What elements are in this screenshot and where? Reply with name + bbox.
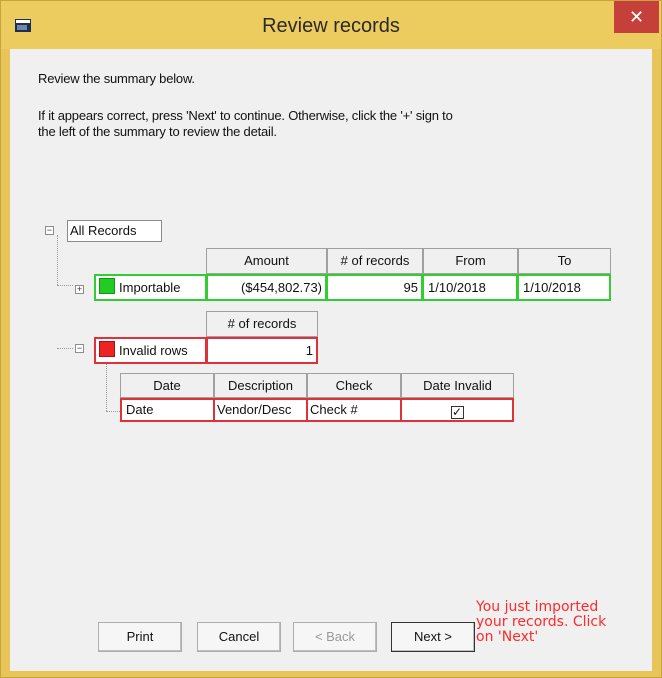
instruction-line-2: If it appears correct, press 'Next' to c… xyxy=(38,108,453,123)
importable-label: Importable xyxy=(119,280,181,295)
print-button[interactable]: Print xyxy=(98,622,182,652)
close-button[interactable]: ✕ xyxy=(614,1,659,33)
detail-header-check: Check xyxy=(307,373,401,398)
detail-header-date: Date xyxy=(120,373,214,398)
invalid-rows-label: Invalid rows xyxy=(119,343,188,358)
invalid-rows-collapse-icon[interactable]: − xyxy=(75,344,84,353)
importable-record-count: 95 xyxy=(326,274,423,301)
tree-connector xyxy=(106,361,107,411)
hint-line-2: your records. Click xyxy=(476,614,607,630)
date-invalid-checkbox[interactable]: ✓ xyxy=(450,405,464,419)
invalid-record-count: 1 xyxy=(206,337,318,364)
detail-header-description: Description xyxy=(214,373,307,398)
dialog-body: Review the summary below. If it appears … xyxy=(10,49,652,671)
detail-date: Date xyxy=(120,398,215,422)
all-records-collapse-icon[interactable]: − xyxy=(45,226,54,235)
detail-header-date-invalid: Date Invalid xyxy=(401,373,514,398)
importable-header-from: From xyxy=(423,248,518,274)
all-records-node[interactable]: All Records xyxy=(67,220,162,242)
back-button[interactable]: < Back xyxy=(293,622,377,652)
detail-check: Check # xyxy=(306,398,402,422)
tree-connector xyxy=(57,285,73,286)
invalid-header-records: # of records xyxy=(206,311,318,337)
importable-from-date: 1/10/2018 xyxy=(422,274,518,301)
importable-amount: ($454,802.73) xyxy=(206,274,327,301)
tree-connector xyxy=(57,235,58,285)
instruction-line-3: the left of the summary to review the de… xyxy=(38,124,277,139)
status-red-icon xyxy=(99,341,115,357)
detail-date-invalid: ✓ xyxy=(400,398,514,422)
close-icon: ✕ xyxy=(628,7,645,27)
review-records-window: Review records ✕ Review the summary belo… xyxy=(0,0,662,678)
instruction-line-1: Review the summary below. xyxy=(38,71,195,86)
importable-header-to: To xyxy=(518,248,611,274)
hint-line-3: on 'Next' xyxy=(476,629,539,645)
cancel-button[interactable]: Cancel xyxy=(197,622,281,652)
importable-header-amount: Amount xyxy=(206,248,327,274)
hint-note: You just imported your records. Click on… xyxy=(476,600,606,645)
tree-connector xyxy=(106,411,120,412)
invalid-rows-node[interactable]: Invalid rows xyxy=(94,337,207,364)
check-mark-icon: ✓ xyxy=(451,405,463,419)
tree-connector xyxy=(57,348,73,349)
status-green-icon xyxy=(99,278,115,294)
window-title: Review records xyxy=(262,15,400,37)
importable-to-date: 1/10/2018 xyxy=(517,274,611,301)
next-button[interactable]: Next > xyxy=(391,622,475,652)
importable-header-records: # of records xyxy=(327,248,423,274)
importable-expand-icon[interactable]: + xyxy=(75,285,84,294)
title-bar: Review records ✕ xyxy=(1,1,661,49)
detail-description: Vendor/Desc xyxy=(213,398,308,422)
importable-node[interactable]: Importable xyxy=(94,274,207,301)
hint-line-1: You just imported xyxy=(476,599,599,615)
